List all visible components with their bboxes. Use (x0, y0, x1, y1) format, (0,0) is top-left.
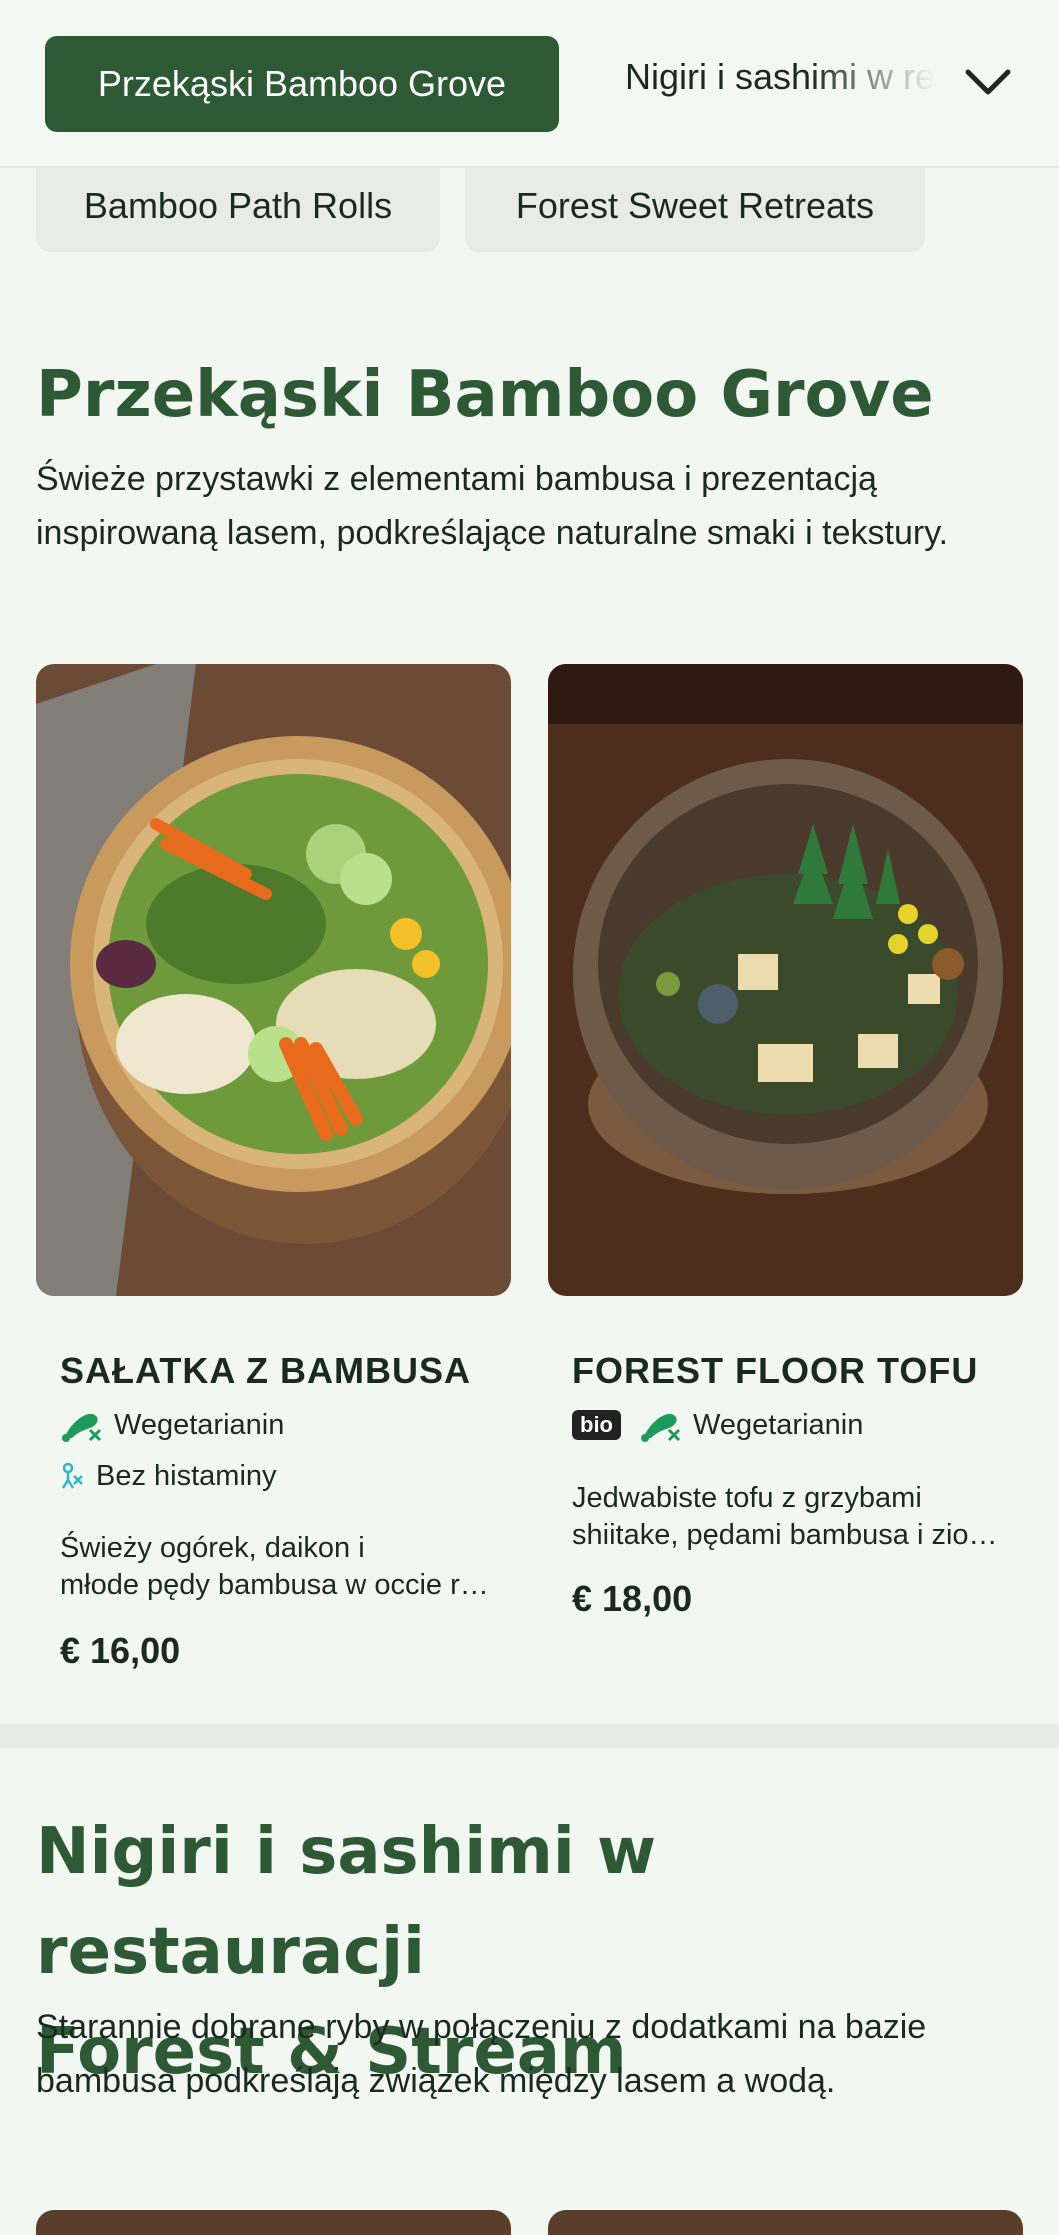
leg-no-meat-icon (641, 1413, 681, 1442)
dish-image-forest-floor-tofu[interactable] (548, 664, 1023, 1296)
bio-badge: bio (572, 1410, 621, 1440)
section-title: Przekąski Bamboo Grove (36, 358, 934, 432)
dish-tag-vegetarian: Wegetarianin (60, 1408, 284, 1442)
histamine-free-icon (61, 1462, 83, 1489)
dish-description: Świeży ogórek, daikon i młode pędy bambu… (60, 1532, 490, 1601)
category-tab-next[interactable]: Nigiri i sashimi w restauracji Forest & … (625, 56, 935, 98)
dish-image-bamboo-salad[interactable] (36, 664, 511, 1296)
subcategory-bamboo-path-rolls[interactable]: Bamboo Path Rolls (36, 160, 440, 252)
chevron-down-icon[interactable] (962, 62, 1014, 102)
dish-image-peek[interactable] (36, 2210, 511, 2235)
dish-name: SAŁATKA Z BAMBUSA (60, 1350, 471, 1391)
subcategory-forest-sweet-retreats[interactable]: Forest Sweet Retreats (465, 160, 925, 252)
dish-price: € 18,00 (572, 1578, 693, 1619)
section-divider (0, 1724, 1059, 1748)
section-description: Świeże przystawki z elementami bambusa i… (36, 460, 949, 552)
category-nav-bar: Przekąski Bamboo Grove Nigiri i sashimi … (0, 0, 1059, 168)
dish-tag-label: Bez histaminy (96, 1460, 277, 1492)
dish-tag-label: Wegetarianin (114, 1408, 285, 1441)
dish-price: € 16,00 (60, 1630, 181, 1671)
leg-no-meat-icon (62, 1413, 102, 1442)
section-description: Starannie dobrane ryby w połączeniu z do… (36, 2008, 927, 2100)
category-tab-active[interactable]: Przekąski Bamboo Grove (45, 36, 559, 132)
dish-tag-label: Wegetarianin (693, 1408, 864, 1441)
dish-tag-histamine-free: Bez histaminy (60, 1460, 277, 1493)
dish-description: Jedwabiste tofu z grzybami shiitake, pęd… (572, 1482, 1002, 1551)
dish-tag-vegetarian: bio Wegetarianin (572, 1408, 863, 1442)
dish-image-peek[interactable] (548, 2210, 1023, 2235)
dish-name: FOREST FLOOR TOFU (572, 1350, 979, 1391)
